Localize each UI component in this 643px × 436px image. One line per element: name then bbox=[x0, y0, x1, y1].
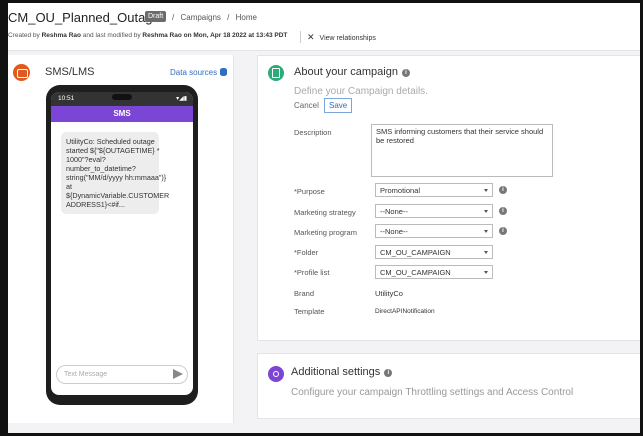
page-header: CM_OU_Planned_Outag... Draft / Campaigns… bbox=[8, 3, 640, 51]
folder-value: CM_OU_CAMPAIGN bbox=[380, 248, 451, 257]
define-details-text: Define your Campaign details. bbox=[294, 86, 428, 97]
info-icon[interactable]: i bbox=[499, 227, 507, 235]
message-line: ADDRESS1}<#if... bbox=[66, 200, 125, 209]
chevron-down-icon bbox=[484, 210, 488, 213]
breadcrumb-separator: / bbox=[172, 13, 175, 22]
message-line: 1000"?eval? bbox=[66, 155, 106, 164]
phone-sms-header: SMS bbox=[51, 106, 193, 122]
view-relationships-link[interactable]: ✕ View relationships bbox=[300, 31, 376, 43]
additional-settings-label: Additional settings bbox=[291, 366, 381, 378]
additional-settings-title: Additional settings i bbox=[291, 366, 393, 378]
view-relationships-label: View relationships bbox=[319, 35, 376, 42]
phone-preview: 10:51 ▾◢▮ SMS UtilityCo: Scheduled outag… bbox=[46, 85, 198, 405]
marketing-strategy-label: Marketing strategy bbox=[294, 208, 356, 217]
save-button[interactable]: Save bbox=[324, 98, 353, 113]
breadcrumb-home[interactable]: Home bbox=[236, 13, 257, 22]
message-line: started ${"${OUTAGETIME} * bbox=[66, 146, 160, 155]
cancel-button[interactable]: Cancel bbox=[294, 101, 319, 110]
breadcrumb: / Campaigns / Home bbox=[172, 13, 261, 22]
profile-list-value: CM_OU_CAMPAIGN bbox=[380, 268, 451, 277]
marketing-strategy-value: --None-- bbox=[380, 207, 408, 216]
purpose-value: Promotional bbox=[380, 186, 421, 195]
description-label: Description bbox=[294, 128, 332, 137]
brand-label: Brand bbox=[294, 289, 315, 298]
chevron-down-icon bbox=[484, 230, 488, 233]
text-message-input[interactable]: Text Message bbox=[56, 365, 188, 384]
info-icon[interactable]: i bbox=[499, 207, 507, 215]
chevron-down-icon bbox=[484, 189, 488, 192]
breadcrumb-campaigns[interactable]: Campaigns bbox=[180, 13, 220, 22]
additional-settings-description: Configure your campaign Throttling setti… bbox=[291, 387, 574, 398]
message-line: at bbox=[66, 182, 72, 191]
template-value: DirectAPINotification bbox=[375, 308, 435, 315]
campaign-icon bbox=[268, 65, 284, 81]
sms-panel: SMS/LMS Data sources 10:51 ▾◢▮ SMS Utili… bbox=[8, 55, 234, 423]
camera-notch bbox=[112, 94, 132, 100]
info-icon[interactable]: i bbox=[499, 186, 507, 194]
message-line: string("MM/d/yyyy hh:mmaaa")} bbox=[66, 173, 167, 182]
purpose-select[interactable]: Promotional bbox=[375, 183, 493, 197]
message-line: number_to_datetime? bbox=[66, 164, 136, 173]
brand-value: UtilityCo bbox=[375, 289, 403, 298]
phone-status-bar: 10:51 ▾◢▮ bbox=[51, 92, 193, 106]
meta-created-prefix: Created by bbox=[8, 32, 40, 39]
page-meta: Created by Reshma Rao and last modified … bbox=[8, 32, 287, 39]
database-icon bbox=[220, 68, 228, 76]
meta-created-by: Reshma Rao bbox=[41, 32, 81, 39]
template-label: Template bbox=[294, 307, 325, 316]
signal-icon: ▾◢▮ bbox=[176, 96, 187, 102]
text-message-placeholder: Text Message bbox=[64, 371, 108, 378]
phone-screen: 10:51 ▾◢▮ SMS UtilityCo: Scheduled outag… bbox=[51, 92, 193, 395]
message-bubble: UtilityCo: Scheduled outage started ${"$… bbox=[61, 132, 170, 214]
purpose-label: *Purpose bbox=[294, 187, 325, 196]
breadcrumb-separator: / bbox=[227, 13, 230, 22]
about-campaign-card: About your campaign i Define your Campaig… bbox=[257, 55, 640, 341]
meta-modified-prefix: and last modified by bbox=[82, 32, 141, 39]
page-title: CM_OU_Planned_Outag... bbox=[8, 10, 164, 25]
profile-list-select[interactable]: CM_OU_CAMPAIGN bbox=[375, 265, 493, 279]
additional-settings-card: Additional settings i Configure your camp… bbox=[257, 353, 640, 419]
folder-select[interactable]: CM_OU_CAMPAIGN bbox=[375, 245, 493, 259]
phone-time: 10:51 bbox=[58, 95, 75, 102]
info-icon[interactable]: i bbox=[384, 369, 393, 377]
chevron-down-icon bbox=[484, 271, 488, 274]
chevron-down-icon bbox=[484, 251, 488, 254]
send-icon[interactable] bbox=[173, 369, 183, 379]
info-icon[interactable]: i bbox=[401, 69, 410, 77]
description-field[interactable]: SMS informing customers that their servi… bbox=[371, 124, 553, 177]
data-sources-link[interactable]: Data sources bbox=[170, 68, 228, 77]
sms-panel-title: SMS/LMS bbox=[45, 66, 95, 78]
meta-modified-by: Reshma Rao on Mon, Apr 18 2022 at 13:43 … bbox=[142, 32, 288, 39]
folder-label: *Folder bbox=[294, 248, 319, 257]
marketing-strategy-select[interactable]: --None-- bbox=[375, 204, 493, 218]
marketing-program-label: Marketing program bbox=[294, 228, 357, 237]
sms-icon bbox=[13, 64, 30, 81]
relationships-icon: ✕ bbox=[307, 32, 315, 42]
message-line: ${DynamicVariable.CUSTOMER bbox=[66, 191, 170, 200]
about-campaign-title: About your campaign i bbox=[294, 66, 410, 78]
settings-icon bbox=[268, 366, 284, 382]
marketing-program-value: --None-- bbox=[380, 227, 408, 236]
app-window: CM_OU_Planned_Outag... Draft / Campaigns… bbox=[0, 0, 643, 436]
data-sources-label: Data sources bbox=[170, 68, 218, 77]
status-badge: Draft bbox=[145, 11, 167, 22]
message-line: UtilityCo: Scheduled outage bbox=[66, 137, 155, 146]
profile-list-label: *Profile list bbox=[294, 268, 330, 277]
about-campaign-label: About your campaign bbox=[294, 66, 398, 78]
marketing-program-select[interactable]: --None-- bbox=[375, 224, 493, 238]
